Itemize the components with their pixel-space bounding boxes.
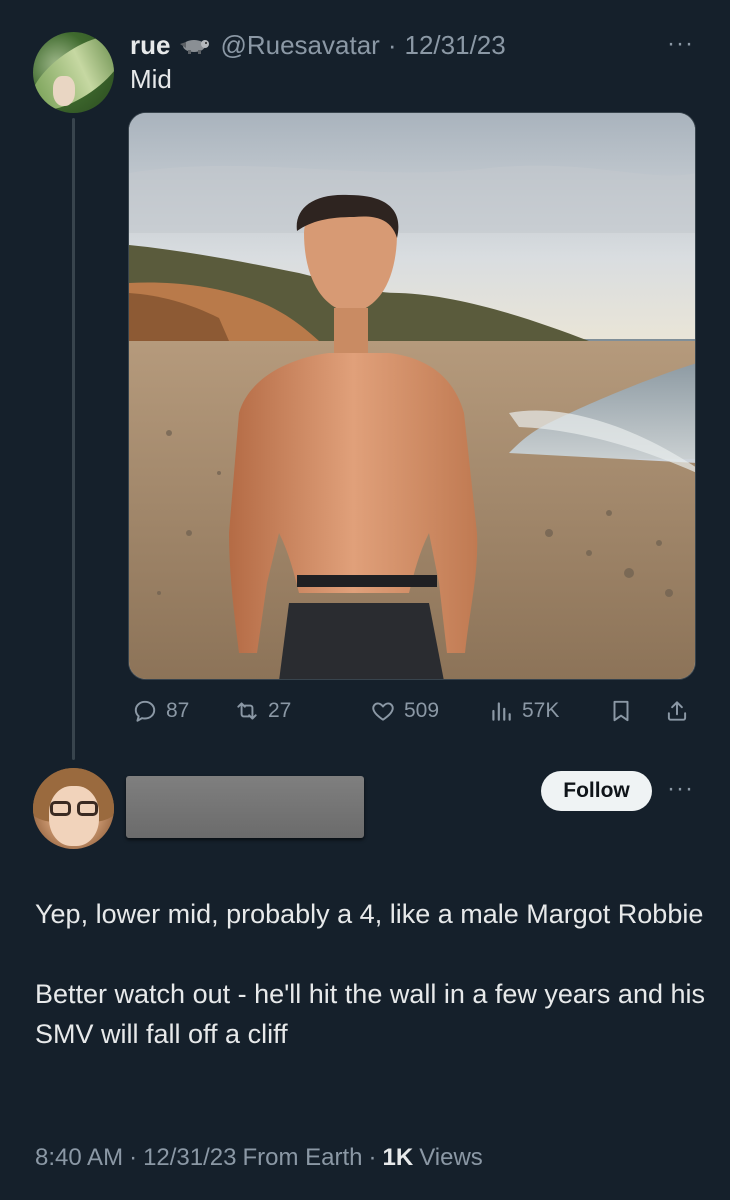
tweet-source: From Earth [242, 1144, 363, 1171]
thread-connector-line [72, 118, 75, 760]
avatar-face [53, 76, 75, 106]
tweet-date[interactable]: 12/31/23 [405, 30, 506, 61]
views-label: Views [419, 1144, 483, 1171]
more-options-icon[interactable]: ··· [667, 30, 694, 58]
avatar[interactable] [33, 32, 114, 113]
tweet-meta: 8:40 AM · 12/31/23 From Earth · 1K Views [35, 1144, 483, 1172]
reply-icon [134, 700, 156, 722]
tweet-date[interactable]: 12/31/23 [143, 1144, 236, 1172]
separator-dot: · [129, 1144, 138, 1171]
retweet-count: 27 [268, 699, 292, 722]
like-count: 509 [404, 699, 440, 722]
separator-dot: · [387, 29, 397, 60]
views-count: 1K [382, 1144, 414, 1171]
more-options-icon[interactable]: ··· [667, 775, 694, 803]
follow-button[interactable]: Follow [541, 771, 652, 811]
retweet-icon [237, 702, 257, 720]
raccoon-emoji-icon [178, 30, 212, 61]
separator-dot: · [368, 1144, 377, 1171]
tweet-body: Yep, lower mid, probably a 4, like a mal… [35, 894, 705, 1094]
avatar-glasses [50, 801, 98, 817]
tweet-header: rue @Ruesavatar · 12/31/23 [130, 30, 506, 60]
heart-icon [372, 702, 394, 721]
views-button[interactable]: 57K [488, 698, 559, 724]
reply-count: 87 [166, 699, 190, 722]
tweet-photo[interactable] [128, 112, 696, 680]
share-button[interactable] [664, 698, 690, 724]
tweet-paragraph: Better watch out - he'll hit the wall in… [35, 979, 705, 1049]
retweet-button[interactable]: 27 [234, 698, 291, 724]
bookmark-icon [613, 700, 629, 722]
tweet-time[interactable]: 8:40 AM [35, 1144, 123, 1172]
like-button[interactable]: 509 [370, 698, 439, 724]
avatar[interactable] [33, 768, 114, 849]
bookmark-button[interactable] [608, 698, 634, 724]
reply-button[interactable]: 87 [132, 698, 189, 724]
username-handle[interactable]: @Ruesavatar [220, 30, 379, 61]
redacted-name-block [126, 776, 364, 838]
avatar-leaf [33, 32, 114, 113]
share-icon [667, 701, 687, 721]
views-count: 57K [522, 699, 560, 722]
tweet-text: Mid [130, 64, 172, 94]
analytics-icon [492, 702, 511, 721]
tweet-paragraph: Yep, lower mid, probably a 4, like a mal… [35, 899, 704, 929]
display-name[interactable]: rue [130, 30, 170, 61]
tweet-actions-bar: 87 27 509 57K [128, 694, 696, 728]
